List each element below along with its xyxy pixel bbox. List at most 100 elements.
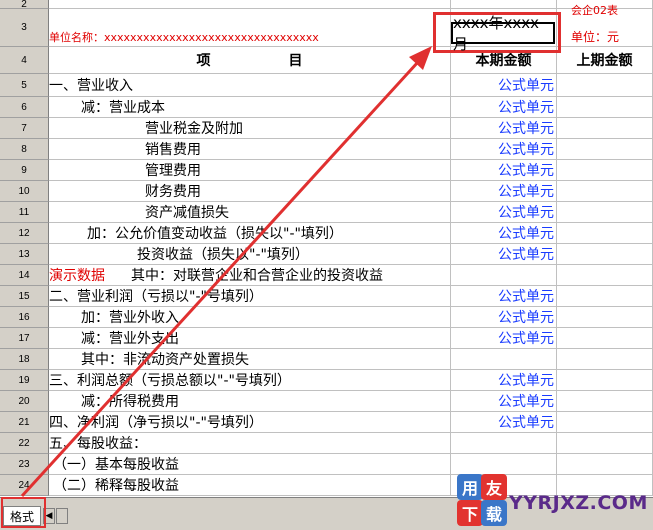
row-header[interactable]: 20 bbox=[0, 391, 49, 412]
cell-prior-amount[interactable] bbox=[557, 307, 653, 328]
cell-item[interactable]: 管理费用 bbox=[49, 160, 451, 181]
row-header[interactable]: 24 bbox=[0, 475, 49, 496]
row-header[interactable]: 9 bbox=[0, 160, 49, 181]
row-header[interactable]: 21 bbox=[0, 412, 49, 433]
cell-item[interactable]: 销售费用 bbox=[49, 139, 451, 160]
cell-item[interactable]: （一）基本每股收益 bbox=[49, 454, 451, 475]
row-header[interactable]: 16 bbox=[0, 307, 49, 328]
row-header[interactable]: 15 bbox=[0, 286, 49, 307]
row-header[interactable]: 23 bbox=[0, 454, 49, 475]
cell-item[interactable]: 资产减值损失 bbox=[49, 202, 451, 223]
cell-current-amount[interactable]: 公式单元 bbox=[451, 391, 557, 412]
row-header[interactable]: 8 bbox=[0, 139, 49, 160]
row-header[interactable]: 13 bbox=[0, 244, 49, 265]
col-item-header[interactable]: 项 目 bbox=[49, 47, 451, 74]
cell-item[interactable]: 减：营业外支出 bbox=[49, 328, 451, 349]
cell-current-amount[interactable]: 公式单元 bbox=[451, 307, 557, 328]
period-cell[interactable]: xxxx年xxxx月 bbox=[451, 14, 555, 53]
cell-prior-amount[interactable] bbox=[557, 181, 653, 202]
cell-item[interactable]: 一、营业收入 bbox=[49, 74, 451, 97]
cell-item[interactable]: （二）稀释每股收益 bbox=[49, 475, 451, 496]
cell-prior-amount[interactable] bbox=[557, 160, 653, 181]
cell-prior-amount[interactable] bbox=[557, 223, 653, 244]
cell-current-amount[interactable]: 公式单元 bbox=[451, 370, 557, 391]
cell-a[interactable] bbox=[49, 0, 451, 9]
cell-item[interactable]: 三、利润总额（亏损总额以"-"号填列） bbox=[49, 370, 451, 391]
cell-item[interactable]: 减：所得税费用 bbox=[49, 391, 451, 412]
formula-unit-value: 公式单元 bbox=[498, 373, 554, 389]
cell-current-amount[interactable]: 公式单元 bbox=[451, 74, 557, 97]
row-header[interactable]: 10 bbox=[0, 181, 49, 202]
cell-c[interactable]: 单位：元 bbox=[557, 9, 653, 47]
cell-prior-amount[interactable] bbox=[557, 265, 653, 286]
table-row: 12 加：公允价值变动收益（损失以"-"填列） 公式单元 bbox=[0, 223, 653, 244]
row-header[interactable]: 6 bbox=[0, 97, 49, 118]
cell-current-amount[interactable]: 公式单元 bbox=[451, 286, 557, 307]
row-header[interactable]: 5 bbox=[0, 74, 49, 97]
cell-c[interactable]: 会企02表 bbox=[557, 0, 653, 17]
cell-prior-amount[interactable] bbox=[557, 286, 653, 307]
cell-current-amount[interactable]: 公式单元 bbox=[451, 244, 557, 265]
cell-current-amount[interactable]: 公式单元 bbox=[451, 160, 557, 181]
cell-prior-amount[interactable] bbox=[557, 74, 653, 97]
row-header[interactable]: 17 bbox=[0, 328, 49, 349]
row-header[interactable]: 19 bbox=[0, 370, 49, 391]
cell-item[interactable]: 加：公允价值变动收益（损失以"-"填列） bbox=[49, 223, 451, 244]
cell-prior-amount[interactable] bbox=[557, 97, 653, 118]
cell-current-amount[interactable]: 公式单元 bbox=[451, 118, 557, 139]
cell-b[interactable] bbox=[451, 0, 557, 9]
row-header[interactable]: 3 bbox=[0, 9, 49, 47]
row-header[interactable]: 2 bbox=[0, 0, 49, 10]
row-header[interactable]: 18 bbox=[0, 349, 49, 370]
unit-name-cell[interactable]: 单位名称：xxxxxxxxxxxxxxxxxxxxxxxxxxxxxxxxx bbox=[49, 9, 451, 47]
cell-current-amount[interactable] bbox=[451, 265, 557, 286]
cell-prior-amount[interactable] bbox=[557, 328, 653, 349]
formula-unit-value: 公式单元 bbox=[498, 100, 554, 116]
cell-current-amount[interactable] bbox=[451, 349, 557, 370]
cell-current-amount[interactable]: 公式单元 bbox=[451, 139, 557, 160]
cell-current-amount[interactable]: 公式单元 bbox=[451, 223, 557, 244]
row-item-label: 三、利润总额（亏损总额以"-"号填列） bbox=[49, 373, 291, 389]
cell-item[interactable]: 营业税金及附加 bbox=[49, 118, 451, 139]
tab-scroll-right-button[interactable] bbox=[56, 508, 68, 524]
cell-item[interactable]: 加：营业外收入 bbox=[49, 307, 451, 328]
row-item-label: 减：营业成本 bbox=[81, 100, 165, 116]
cell-current-amount[interactable]: 公式单元 bbox=[451, 97, 557, 118]
cell-current-amount[interactable] bbox=[451, 433, 557, 454]
row-item-label: 减：所得税费用 bbox=[81, 394, 179, 410]
cell-prior-amount[interactable] bbox=[557, 139, 653, 160]
cell-current-amount[interactable]: 公式单元 bbox=[451, 328, 557, 349]
row-header[interactable]: 14 bbox=[0, 265, 49, 286]
cell-prior-amount[interactable] bbox=[557, 412, 653, 433]
formula-unit-value: 公式单元 bbox=[498, 205, 554, 221]
cell-item[interactable]: 四、净利润（净亏损以"-"号填列） bbox=[49, 412, 451, 433]
cell-item[interactable]: 二、营业利润（亏损以"-"号填列） bbox=[49, 286, 451, 307]
row-header[interactable]: 22 bbox=[0, 433, 49, 454]
cell-prior-amount[interactable] bbox=[557, 349, 653, 370]
cell-prior-amount[interactable] bbox=[557, 433, 653, 454]
formula-unit-value: 公式单元 bbox=[498, 78, 554, 94]
cell-current-amount[interactable]: 公式单元 bbox=[451, 202, 557, 223]
row-item-label: 营业税金及附加 bbox=[145, 121, 243, 137]
cell-prior-amount[interactable] bbox=[557, 370, 653, 391]
watermark-badge: 载 bbox=[481, 500, 507, 526]
cell-prior-amount[interactable] bbox=[557, 202, 653, 223]
row-header[interactable]: 4 bbox=[0, 47, 49, 74]
cell-prior-amount[interactable] bbox=[557, 244, 653, 265]
row-header[interactable]: 12 bbox=[0, 223, 49, 244]
cell-prior-amount[interactable] bbox=[557, 118, 653, 139]
formula-unit-value: 公式单元 bbox=[498, 163, 554, 179]
cell-prior-amount[interactable] bbox=[557, 391, 653, 412]
row-header[interactable]: 11 bbox=[0, 202, 49, 223]
cell-item[interactable]: 减：营业成本 bbox=[49, 97, 451, 118]
row-item-label: 其中：非流动资产处置损失 bbox=[81, 352, 249, 368]
cell-current-amount[interactable]: 公式单元 bbox=[451, 181, 557, 202]
cell-item[interactable]: 演示数据 其中：对联营企业和合营企业的投资收益 bbox=[49, 265, 451, 286]
row-header[interactable]: 7 bbox=[0, 118, 49, 139]
cell-item[interactable]: 财务费用 bbox=[49, 181, 451, 202]
cell-item[interactable]: 其中：非流动资产处置损失 bbox=[49, 349, 451, 370]
cell-item[interactable]: 投资收益（损失以"-"填列） bbox=[49, 244, 451, 265]
col-prior-header[interactable]: 上期金额 bbox=[557, 47, 653, 74]
cell-item[interactable]: 五、每股收益： bbox=[49, 433, 451, 454]
cell-current-amount[interactable]: 公式单元 bbox=[451, 412, 557, 433]
